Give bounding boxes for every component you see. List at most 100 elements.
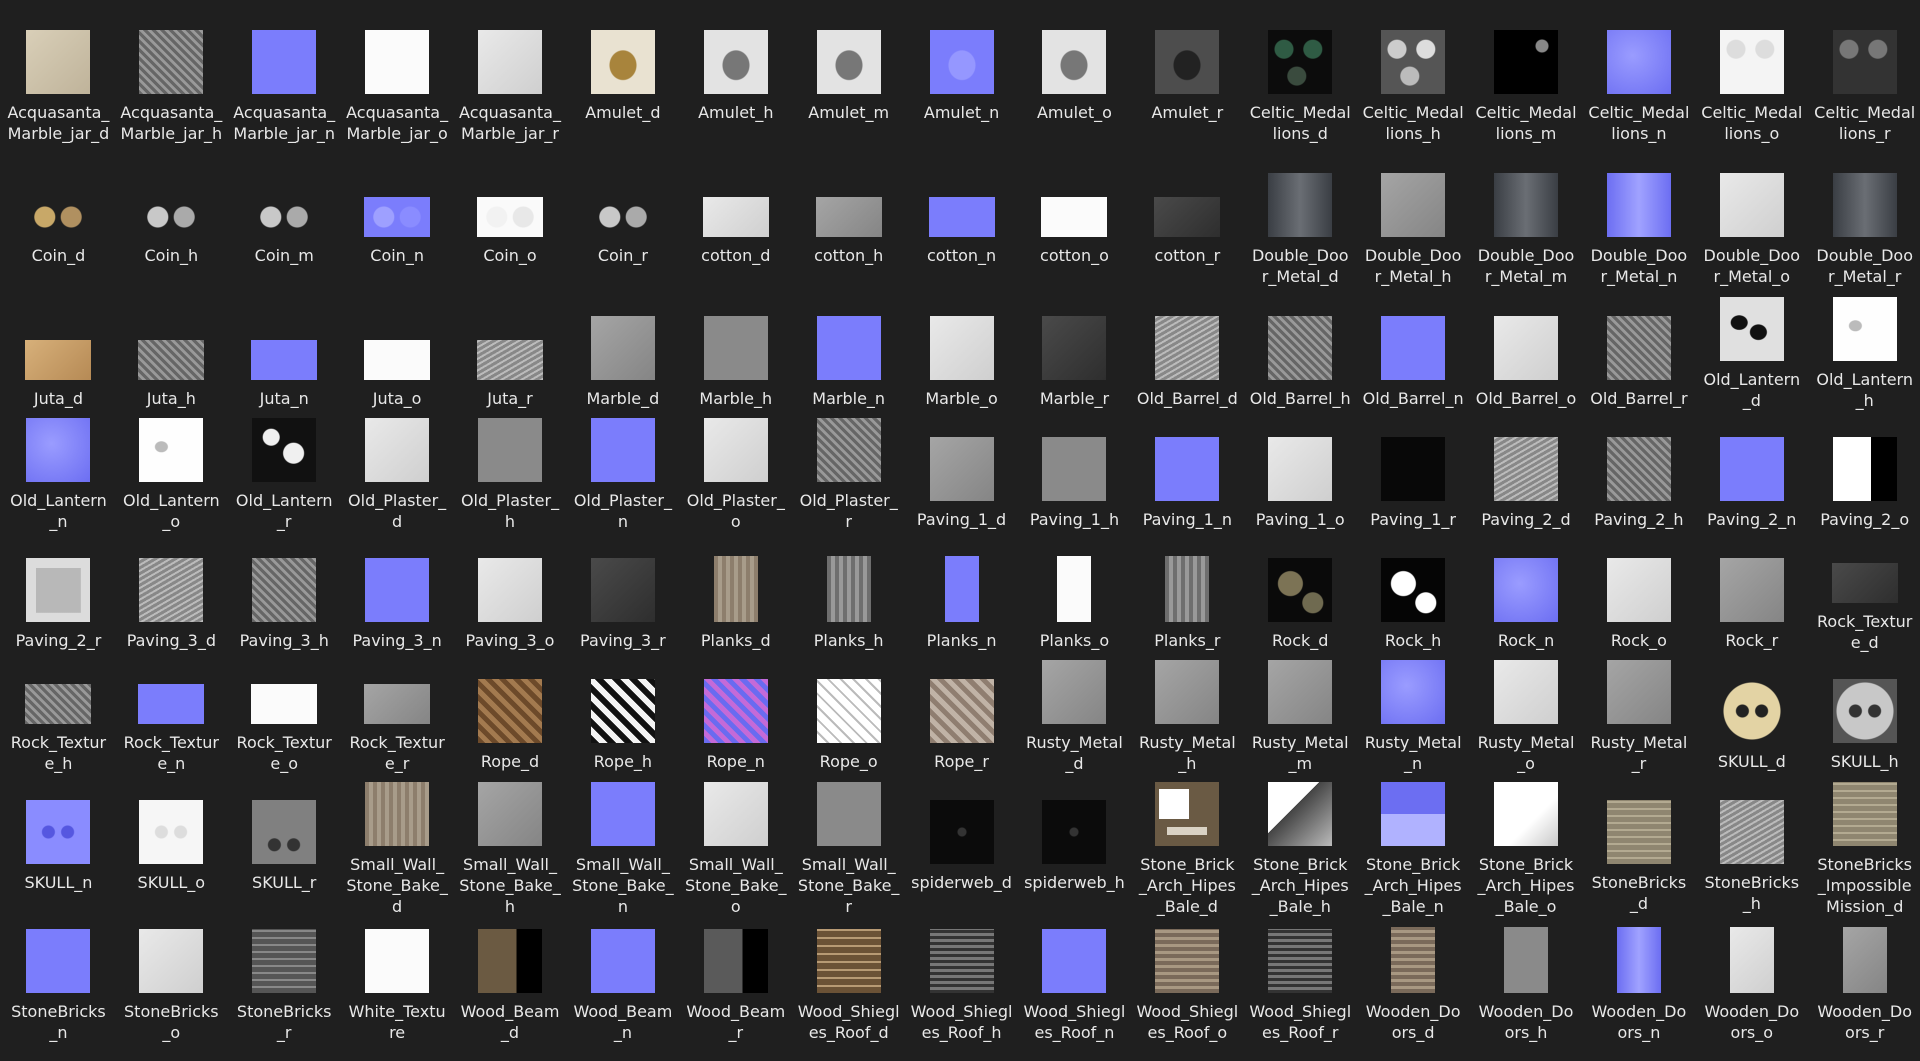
file-item[interactable]: Small_Wall_Stone_Bake_h xyxy=(454,774,567,917)
file-item[interactable]: Old_Barrel_h xyxy=(1244,290,1357,411)
file-item[interactable]: Celtic_Medallions_d xyxy=(1244,4,1357,147)
file-item[interactable]: Marble_h xyxy=(679,290,792,411)
file-item[interactable]: Coin_r xyxy=(566,147,679,290)
file-item[interactable]: Rock_n xyxy=(1470,532,1583,653)
file-item[interactable]: Old_Barrel_n xyxy=(1357,290,1470,411)
file-item[interactable]: Rope_d xyxy=(454,653,567,774)
file-item[interactable]: Old_Barrel_o xyxy=(1470,290,1583,411)
file-item[interactable]: Rock_Texture_o xyxy=(228,653,341,774)
file-item[interactable]: Amulet_n xyxy=(905,4,1018,147)
file-item[interactable]: Paving_2_o xyxy=(1808,411,1920,532)
file-item[interactable]: Rope_n xyxy=(679,653,792,774)
file-item[interactable]: Celtic_Medallions_m xyxy=(1470,4,1583,147)
file-item[interactable]: Paving_2_n xyxy=(1695,411,1808,532)
file-item[interactable]: Old_Plaster_h xyxy=(454,411,567,532)
file-item[interactable]: Wood_Shiegles_Roof_d xyxy=(792,917,905,1043)
file-item[interactable]: Stone_Brick_Arch_Hipes_Bale_d xyxy=(1131,774,1244,917)
file-item[interactable]: Old_Plaster_o xyxy=(679,411,792,532)
file-item[interactable]: Celtic_Medallions_o xyxy=(1695,4,1808,147)
file-item[interactable]: Old_Lantern_n xyxy=(2,411,115,532)
file-item[interactable]: Rusty_Metal_n xyxy=(1357,653,1470,774)
file-item[interactable]: Double_Door_Metal_d xyxy=(1244,147,1357,290)
file-item[interactable]: Acquasanta_Marble_jar_r xyxy=(454,4,567,147)
file-item[interactable]: Coin_h xyxy=(115,147,228,290)
file-item[interactable]: Juta_d xyxy=(2,290,115,411)
file-item[interactable]: SKULL_h xyxy=(1808,653,1920,774)
file-item[interactable]: Old_Lantern_r xyxy=(228,411,341,532)
file-item[interactable]: spiderweb_d xyxy=(905,774,1018,917)
file-item[interactable]: Rope_o xyxy=(792,653,905,774)
file-item[interactable]: Wood_Beam_n xyxy=(566,917,679,1043)
file-item[interactable]: Rock_Texture_d xyxy=(1808,532,1920,653)
file-item[interactable]: Rusty_Metal_h xyxy=(1131,653,1244,774)
file-item[interactable]: Paving_2_r xyxy=(2,532,115,653)
file-item[interactable]: Paving_1_o xyxy=(1244,411,1357,532)
file-item[interactable]: Rope_h xyxy=(566,653,679,774)
file-item[interactable]: Rusty_Metal_o xyxy=(1470,653,1583,774)
file-item[interactable]: Rock_d xyxy=(1244,532,1357,653)
file-item[interactable]: spiderweb_h xyxy=(1018,774,1131,917)
file-item[interactable]: Paving_1_n xyxy=(1131,411,1244,532)
file-item[interactable]: Double_Door_Metal_r xyxy=(1808,147,1920,290)
file-item[interactable]: Double_Door_Metal_h xyxy=(1357,147,1470,290)
file-item[interactable]: Paving_3_d xyxy=(115,532,228,653)
file-item[interactable]: Paving_3_r xyxy=(566,532,679,653)
file-item[interactable]: Stone_Brick_Arch_Hipes_Bale_n xyxy=(1357,774,1470,917)
file-item[interactable]: SKULL_d xyxy=(1695,653,1808,774)
file-item[interactable]: cotton_o xyxy=(1018,147,1131,290)
file-item[interactable]: Amulet_d xyxy=(566,4,679,147)
file-item[interactable]: Wood_Shiegles_Roof_o xyxy=(1131,917,1244,1043)
file-item[interactable]: Paving_1_r xyxy=(1357,411,1470,532)
file-item[interactable]: Marble_d xyxy=(566,290,679,411)
file-item[interactable]: Planks_n xyxy=(905,532,1018,653)
file-item[interactable]: Acquasanta_Marble_jar_d xyxy=(2,4,115,147)
file-item[interactable]: cotton_n xyxy=(905,147,1018,290)
file-item[interactable]: Wood_Shiegles_Roof_n xyxy=(1018,917,1131,1043)
file-item[interactable]: Paving_1_d xyxy=(905,411,1018,532)
file-item[interactable]: SKULL_o xyxy=(115,774,228,917)
file-item[interactable]: Wood_Beam_r xyxy=(679,917,792,1043)
file-item[interactable]: Old_Plaster_d xyxy=(341,411,454,532)
file-item[interactable]: Rock_Texture_n xyxy=(115,653,228,774)
file-item[interactable]: StoneBricks_d xyxy=(1582,774,1695,917)
file-item[interactable]: Wooden_Doors_h xyxy=(1470,917,1583,1043)
file-item[interactable]: Small_Wall_Stone_Bake_d xyxy=(341,774,454,917)
file-item[interactable]: Rock_h xyxy=(1357,532,1470,653)
file-item[interactable]: StoneBricks_n xyxy=(2,917,115,1043)
file-item[interactable]: Acquasanta_Marble_jar_n xyxy=(228,4,341,147)
file-item[interactable]: Old_Lantern_d xyxy=(1695,290,1808,411)
file-item[interactable]: Amulet_r xyxy=(1131,4,1244,147)
file-item[interactable]: Wood_Shiegles_Roof_h xyxy=(905,917,1018,1043)
file-item[interactable]: cotton_h xyxy=(792,147,905,290)
file-item[interactable]: Paving_3_n xyxy=(341,532,454,653)
file-item[interactable]: Rusty_Metal_d xyxy=(1018,653,1131,774)
file-item[interactable]: Celtic_Medallions_r xyxy=(1808,4,1920,147)
file-item[interactable]: Stone_Brick_Arch_Hipes_Bale_o xyxy=(1470,774,1583,917)
file-item[interactable]: cotton_d xyxy=(679,147,792,290)
file-item[interactable]: Small_Wall_Stone_Bake_r xyxy=(792,774,905,917)
file-item[interactable]: cotton_r xyxy=(1131,147,1244,290)
file-item[interactable]: Planks_o xyxy=(1018,532,1131,653)
file-item[interactable]: Old_Lantern_h xyxy=(1808,290,1920,411)
file-item[interactable]: Amulet_h xyxy=(679,4,792,147)
file-item[interactable]: Wooden_Doors_d xyxy=(1357,917,1470,1043)
file-item[interactable]: Paving_2_d xyxy=(1470,411,1583,532)
file-item[interactable]: Double_Door_Metal_o xyxy=(1695,147,1808,290)
file-item[interactable]: StoneBricks_o xyxy=(115,917,228,1043)
file-item[interactable]: Juta_o xyxy=(341,290,454,411)
file-item[interactable]: Acquasanta_Marble_jar_o xyxy=(341,4,454,147)
file-item[interactable]: Rope_r xyxy=(905,653,1018,774)
file-item[interactable]: Juta_r xyxy=(454,290,567,411)
file-item[interactable]: Paving_2_h xyxy=(1582,411,1695,532)
file-item[interactable]: White_Texture xyxy=(341,917,454,1043)
file-item[interactable]: Juta_h xyxy=(115,290,228,411)
file-item[interactable]: Amulet_o xyxy=(1018,4,1131,147)
file-item[interactable]: Small_Wall_Stone_Bake_o xyxy=(679,774,792,917)
file-item[interactable]: Small_Wall_Stone_Bake_n xyxy=(566,774,679,917)
file-item[interactable]: Rusty_Metal_m xyxy=(1244,653,1357,774)
file-item[interactable]: Paving_3_h xyxy=(228,532,341,653)
file-item[interactable]: Old_Lantern_o xyxy=(115,411,228,532)
file-item[interactable]: SKULL_n xyxy=(2,774,115,917)
file-item[interactable]: Double_Door_Metal_n xyxy=(1582,147,1695,290)
file-item[interactable]: Planks_d xyxy=(679,532,792,653)
